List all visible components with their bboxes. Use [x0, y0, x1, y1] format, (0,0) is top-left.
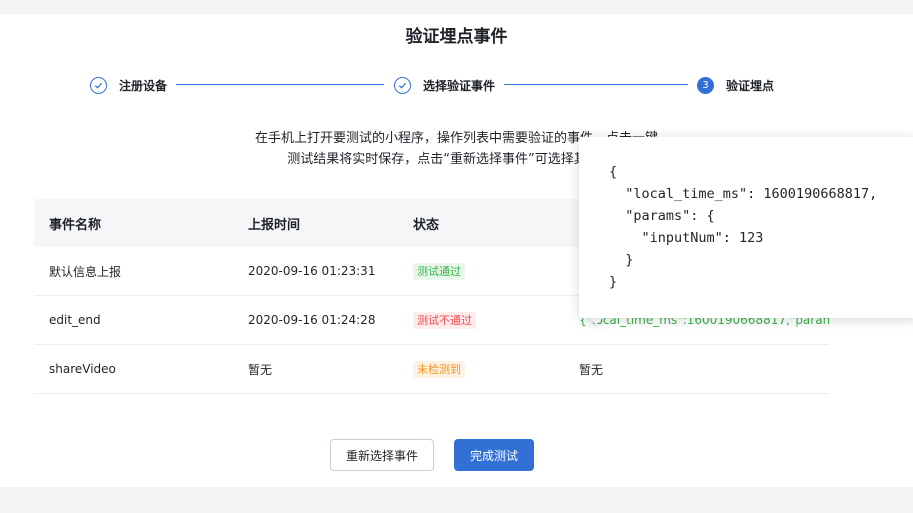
page-footer-background	[0, 487, 913, 513]
status-badge: 测试不通过	[413, 311, 476, 329]
step-label: 注册设备	[119, 78, 168, 93]
step-connector	[176, 84, 384, 85]
report-time: 2020-09-16 01:24:28	[248, 313, 376, 327]
check-icon	[394, 76, 411, 94]
check-icon	[90, 76, 107, 94]
step-select-events: 选择验证事件	[394, 75, 495, 95]
column-header-report-time: 上报时间	[248, 217, 301, 233]
step-connector	[504, 84, 688, 85]
event-name: edit_end	[49, 313, 101, 327]
step-register-device: 注册设备	[90, 75, 167, 95]
progress-steps: 注册设备 选择验证事件 3 验证埋点	[0, 75, 913, 95]
event-name: 默认信息上报	[49, 264, 122, 279]
params-value: 暂无	[579, 362, 604, 377]
column-header-event-name: 事件名称	[49, 217, 102, 233]
step-label: 验证埋点	[726, 78, 775, 93]
event-name: shareVideo	[49, 362, 116, 376]
report-time: 2020-09-16 01:23:31	[248, 264, 376, 278]
report-time: 暂无	[248, 362, 273, 377]
status-badge: 测试通过	[413, 262, 465, 280]
step-verify-events: 3 验证埋点	[697, 75, 774, 95]
reselect-events-button[interactable]: 重新选择事件	[330, 439, 434, 471]
column-header-status: 状态	[413, 217, 440, 233]
step-number-badge: 3	[697, 76, 714, 94]
json-content: { "local_time_ms": 1600190668817, "param…	[609, 164, 878, 290]
status-badge: 未检测到	[413, 360, 465, 378]
finish-test-button[interactable]: 完成测试	[454, 439, 534, 471]
page-title: 验证埋点事件	[405, 27, 508, 47]
params-json-popover: { "local_time_ms": 1600190668817, "param…	[579, 137, 913, 318]
step-label: 选择验证事件	[423, 78, 496, 93]
table-row: shareVideo 暂无 未检测到 暂无	[34, 345, 829, 394]
